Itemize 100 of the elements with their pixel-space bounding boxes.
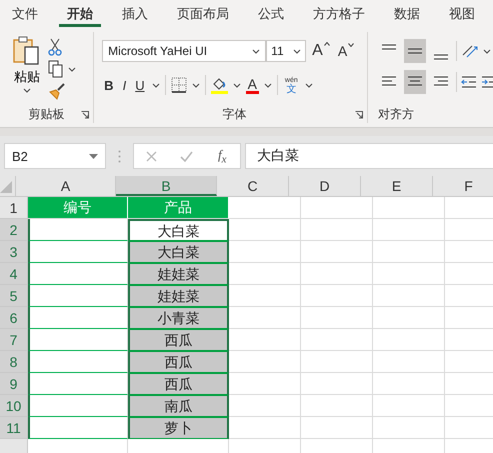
table-cell: 西瓜 bbox=[128, 329, 229, 351]
row-header[interactable]: 6 bbox=[0, 307, 28, 329]
column-header[interactable]: E bbox=[361, 176, 433, 196]
caret-icon bbox=[89, 154, 98, 158]
row-header[interactable]: 2 bbox=[0, 219, 28, 241]
copy-icon[interactable] bbox=[48, 60, 76, 78]
table-cell bbox=[229, 285, 301, 307]
fill-color-icon[interactable] bbox=[210, 76, 228, 94]
table-cell bbox=[373, 329, 445, 351]
caret-icon bbox=[232, 82, 241, 88]
ribbon-tab[interactable]: 插入 bbox=[114, 1, 156, 27]
row-header[interactable]: 11 bbox=[0, 417, 28, 439]
check-icon[interactable] bbox=[180, 150, 193, 162]
font-color-button[interactable]: A bbox=[246, 76, 259, 94]
table-cell bbox=[301, 329, 373, 351]
font-size-field[interactable]: 11 bbox=[266, 40, 306, 62]
table-cell: 大白菜 bbox=[128, 219, 229, 241]
table-cell bbox=[373, 285, 445, 307]
grow-font-button[interactable]: A bbox=[310, 42, 332, 60]
table-cell bbox=[373, 263, 445, 285]
table-cell bbox=[229, 263, 301, 285]
row-header[interactable]: 4 bbox=[0, 263, 28, 285]
ribbon-tab[interactable]: 视图 bbox=[441, 1, 483, 27]
table-cell bbox=[373, 219, 445, 241]
caret-icon bbox=[293, 48, 302, 54]
table-cell: 娃娃菜 bbox=[128, 285, 229, 307]
table-cell bbox=[301, 285, 373, 307]
vertical-align-icon bbox=[407, 48, 423, 54]
table-cell bbox=[301, 219, 373, 241]
ribbon-tab[interactable]: 公式 bbox=[250, 1, 292, 27]
table-cell: 西瓜 bbox=[128, 373, 229, 395]
decrease-indent-icon[interactable] bbox=[461, 75, 477, 89]
caret-icon bbox=[264, 82, 272, 88]
table-cell bbox=[301, 395, 373, 417]
font-name-field[interactable]: Microsoft YaHei UI bbox=[102, 40, 266, 62]
formula-input[interactable]: 大白菜 bbox=[245, 143, 493, 169]
row-header[interactable]: 3 bbox=[0, 241, 28, 263]
row-header[interactable]: 7 bbox=[0, 329, 28, 351]
table-cell bbox=[301, 351, 373, 373]
name-box[interactable]: B2 bbox=[4, 143, 106, 169]
table-cell bbox=[301, 373, 373, 395]
row-header[interactable]: 9 bbox=[0, 373, 28, 395]
header-cell: 编号 bbox=[28, 197, 128, 219]
table-cell bbox=[301, 307, 373, 329]
row-header[interactable]: 10 bbox=[0, 395, 28, 417]
table-cell bbox=[229, 373, 301, 395]
caret-icon bbox=[252, 48, 260, 54]
dialog-launcher-icon[interactable] bbox=[81, 111, 90, 119]
ribbon-tab[interactable]: 方方格子 bbox=[305, 1, 373, 27]
table-cell bbox=[373, 351, 445, 373]
row-header[interactable]: 8 bbox=[0, 351, 28, 373]
vertical-align-icon bbox=[433, 54, 449, 60]
caret-icon bbox=[152, 82, 160, 88]
column-header[interactable]: C bbox=[217, 176, 289, 196]
caret-up-icon bbox=[324, 42, 330, 46]
caret-icon bbox=[304, 82, 313, 88]
table-cell bbox=[229, 307, 301, 329]
dialog-launcher-icon[interactable] bbox=[355, 111, 363, 119]
row-header[interactable]: 1 bbox=[0, 197, 28, 219]
text-orientation-icon[interactable] bbox=[461, 43, 491, 59]
horizontal-align-button[interactable] bbox=[404, 70, 426, 94]
paste-button[interactable]: 粘贴 bbox=[12, 32, 42, 104]
group-label: 字体 bbox=[222, 106, 247, 122]
group-label: 对齐方 bbox=[378, 106, 414, 122]
table-cell bbox=[229, 395, 301, 417]
italic-button[interactable]: I bbox=[120, 78, 128, 92]
table-cell bbox=[229, 219, 301, 241]
format-painter-icon[interactable] bbox=[48, 82, 66, 100]
table-cell: 萝卜 bbox=[128, 417, 229, 439]
table-cell bbox=[229, 241, 301, 263]
column-header[interactable]: D bbox=[289, 176, 361, 196]
table-cell bbox=[373, 307, 445, 329]
vertical-align-button[interactable] bbox=[404, 39, 426, 63]
header-cell: 产品 bbox=[128, 197, 229, 219]
table-cell bbox=[301, 241, 373, 263]
drag-handle-icon[interactable] bbox=[118, 150, 121, 162]
increase-indent-icon[interactable] bbox=[481, 75, 493, 89]
cut-icon[interactable] bbox=[48, 38, 62, 56]
table-cell bbox=[373, 241, 445, 263]
ribbon-tab[interactable]: 文件 bbox=[4, 1, 46, 27]
underline-button[interactable]: U bbox=[133, 78, 147, 92]
column-header[interactable]: F bbox=[433, 176, 493, 196]
table-cell: 西瓜 bbox=[128, 351, 229, 373]
table-cell: 娃娃菜 bbox=[128, 263, 229, 285]
group-label: 剪贴板 bbox=[28, 106, 65, 122]
ribbon-tab[interactable]: 数据 bbox=[386, 1, 428, 27]
borders-icon[interactable] bbox=[170, 77, 187, 93]
insert-function-button[interactable]: f$_{x}$ bbox=[216, 146, 228, 166]
caret-icon bbox=[348, 43, 354, 47]
table-cell: 小青菜 bbox=[128, 307, 229, 329]
table-cell: 大白菜 bbox=[128, 241, 229, 263]
table-cell bbox=[301, 263, 373, 285]
ribbon-tab[interactable]: 页面布局 bbox=[169, 1, 237, 27]
table-cell bbox=[373, 395, 445, 417]
table-cell: 南瓜 bbox=[128, 395, 229, 417]
caret-icon bbox=[192, 82, 200, 88]
shrink-font-button[interactable]: A bbox=[336, 43, 356, 59]
bold-button[interactable]: B bbox=[102, 78, 116, 92]
column-header[interactable]: B bbox=[116, 176, 217, 196]
row-header[interactable]: 5 bbox=[0, 285, 28, 307]
